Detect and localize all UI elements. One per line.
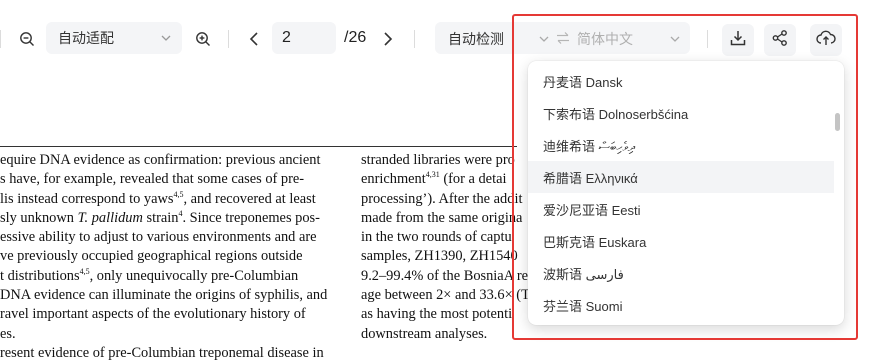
toolbar-divider bbox=[0, 30, 1, 48]
cloud-upload-icon bbox=[816, 29, 836, 52]
target-language[interactable]: 简体中文 bbox=[577, 29, 633, 49]
text-line: 9.2–99.4% of the BosniaA ref bbox=[361, 267, 533, 284]
language-pair-select[interactable]: 自动检测 简体中文 bbox=[435, 22, 690, 54]
text-line: es. bbox=[0, 325, 16, 342]
toolbar-divider bbox=[414, 30, 415, 48]
toolbar-divider bbox=[228, 30, 229, 48]
text-line: in the two rounds of captu bbox=[361, 229, 512, 246]
text-line: DNA evidence can illuminate the origins … bbox=[0, 287, 328, 304]
zoom-in-icon[interactable] bbox=[194, 30, 212, 48]
swap-icon[interactable] bbox=[556, 31, 570, 48]
download-icon bbox=[729, 29, 747, 52]
language-option[interactable]: 巴斯克语 Euskara bbox=[528, 225, 834, 257]
language-option[interactable]: 下索布语 Dolnoserbšćina bbox=[528, 97, 834, 129]
text-column-right: stranded libraries were pro enrichment4,… bbox=[361, 151, 533, 344]
zoom-select-value: 自动适配 bbox=[58, 30, 114, 46]
next-page-icon[interactable] bbox=[380, 30, 396, 48]
text-line: sly unknown T. pallidum strain4. Since t… bbox=[0, 208, 320, 226]
citation: 4,5 bbox=[173, 189, 184, 199]
language-option[interactable]: 迪维希语 ދިވެހިބަސް bbox=[528, 129, 834, 161]
chevron-down-icon bbox=[538, 32, 550, 48]
text-line: equire DNA evidence as confirmation: pre… bbox=[0, 152, 321, 168]
text-line: stranded libraries were pro bbox=[361, 152, 515, 168]
text-line: enrichment4,31 (for a detai bbox=[361, 170, 507, 188]
language-dropdown[interactable]: 丹麦语 Dansk 下索布语 Dolnoserbšćina 迪维希语 ދިވެހ… bbox=[528, 61, 844, 325]
language-option[interactable]: 芬兰语 Suomi bbox=[528, 289, 834, 321]
zoom-out-icon[interactable] bbox=[18, 30, 36, 48]
dropdown-scrollbar[interactable] bbox=[835, 113, 840, 131]
language-option[interactable]: 希腊语 Ελληνικά bbox=[528, 161, 834, 193]
upload-cloud-button[interactable] bbox=[810, 24, 842, 56]
share-button[interactable] bbox=[764, 24, 796, 56]
text-line: ravel important aspects of the evolution… bbox=[0, 306, 306, 323]
source-language[interactable]: 自动检测 bbox=[448, 29, 504, 49]
chevron-down-icon bbox=[669, 32, 681, 48]
page-total: /26 bbox=[344, 29, 367, 46]
text-line: s have, for example, revealed that some … bbox=[0, 171, 305, 188]
text-line: age between 2× and 33.6× (T bbox=[361, 287, 530, 304]
previous-page-icon[interactable] bbox=[246, 30, 262, 48]
language-option[interactable]: 爱沙尼亚语 Eesti bbox=[528, 193, 834, 225]
text-line: processing’). After the addit bbox=[361, 190, 523, 207]
section-rule bbox=[0, 146, 517, 147]
language-option[interactable]: 丹麦语 Dansk bbox=[528, 65, 834, 97]
text-line: ve previously occupied geographical regi… bbox=[0, 248, 303, 265]
chevron-down-icon bbox=[160, 31, 172, 47]
text-line: as having the most potenti bbox=[361, 306, 513, 323]
toolbar-divider bbox=[707, 30, 708, 48]
citation: 4,31 bbox=[425, 170, 440, 180]
text-line: resent evidence of pre-Columbian trepone… bbox=[0, 344, 324, 361]
page-number-input[interactable] bbox=[272, 22, 336, 54]
download-button[interactable] bbox=[722, 24, 754, 56]
text-line: made from the same origina bbox=[361, 209, 523, 226]
zoom-select[interactable]: 自动适配 bbox=[46, 22, 182, 54]
text-line: t distributions4,5, only unequivocally p… bbox=[0, 266, 299, 284]
text-line: samples, ZH1390, ZH1540 bbox=[361, 248, 518, 265]
language-option[interactable]: 波斯语 فارسی bbox=[528, 257, 834, 289]
citation: 4,5 bbox=[79, 266, 90, 276]
text-line: essive ability to adjust to various envi… bbox=[0, 229, 317, 246]
text-column-left: equire DNA evidence as confirmation: pre… bbox=[0, 151, 327, 363]
text-line: lis instead correspond to yaws4,5, and r… bbox=[0, 189, 316, 207]
text-line: downstream analyses. bbox=[361, 325, 488, 342]
share-icon bbox=[771, 29, 789, 52]
